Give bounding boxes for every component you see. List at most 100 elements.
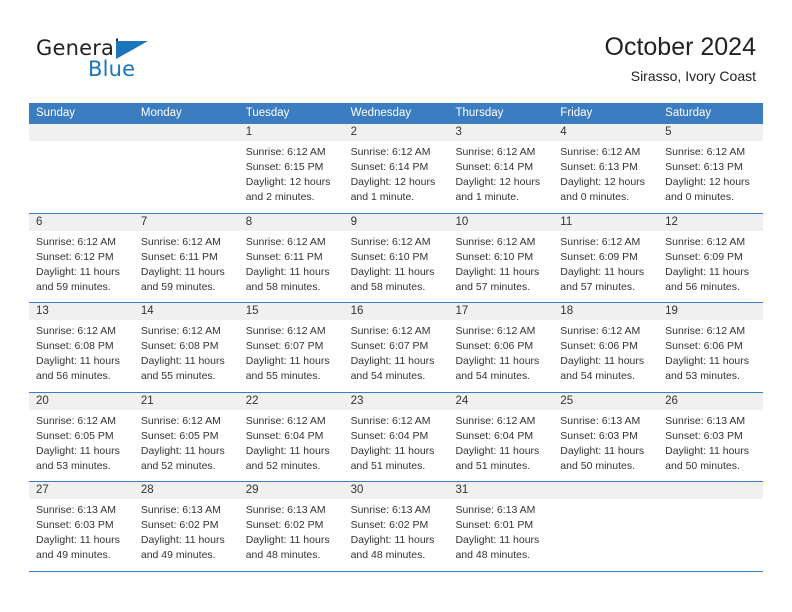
day-number: 9 bbox=[350, 215, 357, 228]
day-cell[interactable]: 2 Sunrise: 6:12 AM Sunset: 6:14 PM Daylight… bbox=[343, 124, 449, 213]
day-cell[interactable]: 19 Sunrise: 6:12 AM Sunset: 6:06 PM Dayligh… bbox=[658, 303, 764, 392]
day-cell[interactable]: 6 Sunrise: 6:12 AM Sunset: 6:12 PM Daylight… bbox=[29, 213, 134, 303]
calendar-week-row: 20 Sunrise: 6:12 AM Sunset: 6:05 PM Dayligh… bbox=[29, 392, 764, 482]
day-cell[interactable]: 28 Sunrise: 6:13 AM Sunset: 6:02 PM Dayligh… bbox=[133, 482, 239, 571]
calendar-body: 1 Sunrise: 6:12 AM Sunset: 6:15 PM Daylight… bbox=[29, 124, 764, 572]
day-cell[interactable]: 31 Sunrise: 6:13 AM Sunset: 6:01 PM Dayligh… bbox=[448, 482, 554, 571]
sunrise-text: Sunrise: 6:12 AM bbox=[665, 146, 746, 158]
day-cell[interactable]: 20 Sunrise: 6:12 AM Sunset: 6:05 PM Dayligh… bbox=[29, 392, 134, 482]
sunset-text: Sunset: 6:10 PM bbox=[350, 250, 429, 263]
day-sun-info: Sunrise: 6:13 AM Sunset: 6:02 PM Daylight:… bbox=[239, 499, 344, 563]
day-cell[interactable]: 8 Sunrise: 6:12 AM Sunset: 6:11 PM Daylight… bbox=[238, 213, 344, 303]
day-number: 22 bbox=[245, 394, 259, 407]
sunset-text: Sunset: 6:04 PM bbox=[455, 429, 534, 442]
sunrise-text: Sunrise: 6:12 AM bbox=[665, 325, 746, 337]
weekday-header-thursday: Thursday bbox=[455, 107, 504, 119]
sunrise-text: Sunrise: 6:12 AM bbox=[560, 235, 641, 248]
day-cell[interactable]: 29 Sunrise: 6:13 AM Sunset: 6:02 PM Dayligh… bbox=[238, 482, 344, 571]
daylight-text: Daylight: 11 hours and 51 minutes. bbox=[455, 444, 540, 472]
day-sun-info: Sunrise: 6:12 AM Sunset: 6:09 PM Daylight:… bbox=[553, 231, 658, 295]
day-cell[interactable]: 27 Sunrise: 6:13 AM Sunset: 6:03 PM Dayligh… bbox=[29, 482, 134, 571]
day-cell-empty bbox=[658, 482, 764, 571]
sunrise-text: Sunrise: 6:12 AM bbox=[350, 146, 431, 158]
day-cell[interactable]: 26 Sunrise: 6:13 AM Sunset: 6:03 PM Dayligh… bbox=[658, 392, 764, 482]
daylight-text: Daylight: 12 hours and 0 minutes. bbox=[665, 176, 750, 203]
day-cell[interactable]: 14 Sunrise: 6:12 AM Sunset: 6:08 PM Dayligh… bbox=[133, 303, 239, 392]
sunset-text: Sunset: 6:11 PM bbox=[245, 250, 323, 263]
day-cell[interactable]: 10 Sunrise: 6:12 AM Sunset: 6:10 PM Dayligh… bbox=[448, 213, 554, 303]
day-number-band bbox=[133, 124, 239, 141]
day-number: 6 bbox=[36, 215, 43, 228]
sunrise-text: Sunrise: 6:13 AM bbox=[245, 504, 326, 516]
day-number-band: 19 bbox=[658, 303, 764, 320]
day-sun-info: Sunrise: 6:13 AM Sunset: 6:03 PM Daylight:… bbox=[29, 499, 134, 563]
day-sun-info: Sunrise: 6:13 AM Sunset: 6:03 PM Daylight:… bbox=[553, 410, 658, 474]
day-number-band: 13 bbox=[29, 303, 134, 320]
daylight-text: Daylight: 11 hours and 52 minutes. bbox=[140, 444, 225, 472]
day-cell[interactable]: 11 Sunrise: 6:12 AM Sunset: 6:09 PM Dayligh… bbox=[553, 213, 659, 303]
day-cell[interactable]: 18 Sunrise: 6:12 AM Sunset: 6:06 PM Dayligh… bbox=[553, 303, 659, 392]
day-number: 21 bbox=[140, 394, 154, 407]
sunrise-text: Sunrise: 6:12 AM bbox=[140, 325, 221, 337]
day-cell[interactable]: 15 Sunrise: 6:12 AM Sunset: 6:07 PM Dayligh… bbox=[238, 303, 344, 392]
sunset-text: Sunset: 6:08 PM bbox=[36, 340, 114, 352]
sunrise-text: Sunrise: 6:13 AM bbox=[36, 504, 116, 516]
sunset-text: Sunset: 6:09 PM bbox=[665, 250, 743, 263]
day-cell[interactable]: 21 Sunrise: 6:12 AM Sunset: 6:05 PM Dayligh… bbox=[133, 392, 239, 482]
daylight-text: Daylight: 11 hours and 57 minutes. bbox=[455, 265, 540, 293]
day-number: 16 bbox=[350, 305, 364, 317]
day-number: 5 bbox=[665, 126, 672, 138]
day-cell[interactable]: 24 Sunrise: 6:12 AM Sunset: 6:04 PM Dayligh… bbox=[448, 392, 554, 482]
daylight-text: Daylight: 11 hours and 55 minutes. bbox=[140, 355, 225, 382]
day-cell[interactable]: 4 Sunrise: 6:12 AM Sunset: 6:13 PM Daylight… bbox=[553, 124, 659, 213]
day-number: 24 bbox=[455, 394, 469, 407]
day-cell[interactable]: 3 Sunrise: 6:12 AM Sunset: 6:14 PM Daylight… bbox=[448, 124, 554, 213]
sunset-text: Sunset: 6:03 PM bbox=[36, 519, 114, 531]
day-number: 11 bbox=[560, 215, 573, 228]
day-number-band: 24 bbox=[448, 392, 554, 410]
sunrise-text: Sunrise: 6:12 AM bbox=[560, 325, 641, 337]
day-cell[interactable]: 5 Sunrise: 6:12 AM Sunset: 6:13 PM Daylight… bbox=[658, 124, 764, 213]
weekday-header-monday: Monday bbox=[140, 107, 182, 119]
day-cell[interactable]: 12 Sunrise: 6:12 AM Sunset: 6:09 PM Dayligh… bbox=[658, 213, 764, 303]
sunset-text: Sunset: 6:10 PM bbox=[455, 250, 534, 263]
day-sun-info: Sunrise: 6:13 AM Sunset: 6:02 PM Daylight:… bbox=[134, 499, 239, 563]
calendar-week-row: 6 Sunrise: 6:12 AM Sunset: 6:12 PM Daylight… bbox=[29, 213, 764, 303]
weekday-header-saturday: Saturday bbox=[665, 107, 712, 119]
sunset-text: Sunset: 6:12 PM bbox=[36, 250, 114, 263]
day-cell[interactable]: 9 Sunrise: 6:12 AM Sunset: 6:10 PM Daylight… bbox=[343, 213, 449, 303]
sunrise-text: Sunrise: 6:12 AM bbox=[350, 414, 431, 427]
day-cell[interactable]: 13 Sunrise: 6:12 AM Sunset: 6:08 PM Dayligh… bbox=[29, 303, 134, 392]
daylight-text: Daylight: 11 hours and 59 minutes. bbox=[140, 265, 225, 293]
sunrise-text: Sunrise: 6:12 AM bbox=[350, 235, 431, 248]
day-number-band: 30 bbox=[343, 482, 449, 499]
day-number-band: 17 bbox=[448, 303, 554, 320]
day-cell[interactable]: 16 Sunrise: 6:12 AM Sunset: 6:07 PM Dayligh… bbox=[343, 303, 449, 392]
daylight-text: Daylight: 12 hours and 2 minutes. bbox=[245, 176, 331, 203]
calendar-week-row: 27 Sunrise: 6:13 AM Sunset: 6:03 PM Dayligh… bbox=[29, 482, 764, 572]
day-cell[interactable]: 7 Sunrise: 6:12 AM Sunset: 6:11 PM Daylight… bbox=[133, 213, 239, 303]
weekday-header-row: Sunday Monday Tuesday Wednesday Thursday Frid… bbox=[29, 103, 763, 124]
sunset-text: Sunset: 6:02 PM bbox=[140, 519, 219, 531]
page-header: General Blue October 2024 Sirasso, Ivory… bbox=[0, 0, 792, 100]
sunset-text: Sunset: 6:06 PM bbox=[665, 340, 743, 352]
day-cell[interactable]: 30 Sunrise: 6:13 AM Sunset: 6:02 PM Dayligh… bbox=[343, 482, 449, 571]
day-sun-info: Sunrise: 6:12 AM Sunset: 6:06 PM Daylight:… bbox=[448, 320, 553, 384]
day-number-band: 2 bbox=[343, 124, 449, 141]
sunset-text: Sunset: 6:14 PM bbox=[350, 161, 429, 173]
day-number: 3 bbox=[455, 126, 462, 138]
day-cell[interactable]: 25 Sunrise: 6:13 AM Sunset: 6:03 PM Dayligh… bbox=[553, 392, 659, 482]
day-cell[interactable]: 23 Sunrise: 6:12 AM Sunset: 6:04 PM Dayligh… bbox=[343, 392, 449, 482]
daylight-text: Daylight: 11 hours and 50 minutes. bbox=[560, 444, 645, 472]
day-cell[interactable]: 17 Sunrise: 6:12 AM Sunset: 6:06 PM Dayligh… bbox=[448, 303, 554, 392]
daylight-text: Daylight: 11 hours and 50 minutes. bbox=[665, 444, 750, 472]
day-number-band: 31 bbox=[448, 482, 554, 499]
sunset-text: Sunset: 6:09 PM bbox=[560, 250, 638, 263]
day-number-band: 9 bbox=[343, 213, 449, 231]
day-number: 19 bbox=[665, 305, 678, 317]
day-cell[interactable]: 22 Sunrise: 6:12 AM Sunset: 6:04 PM Dayligh… bbox=[238, 392, 344, 482]
day-cell[interactable]: 1 Sunrise: 6:12 AM Sunset: 6:15 PM Daylight… bbox=[238, 124, 344, 213]
daylight-text: Daylight: 11 hours and 53 minutes. bbox=[36, 444, 120, 472]
weekday-header-sunday: Sunday bbox=[36, 107, 76, 119]
daylight-text: Daylight: 11 hours and 48 minutes. bbox=[350, 534, 435, 561]
